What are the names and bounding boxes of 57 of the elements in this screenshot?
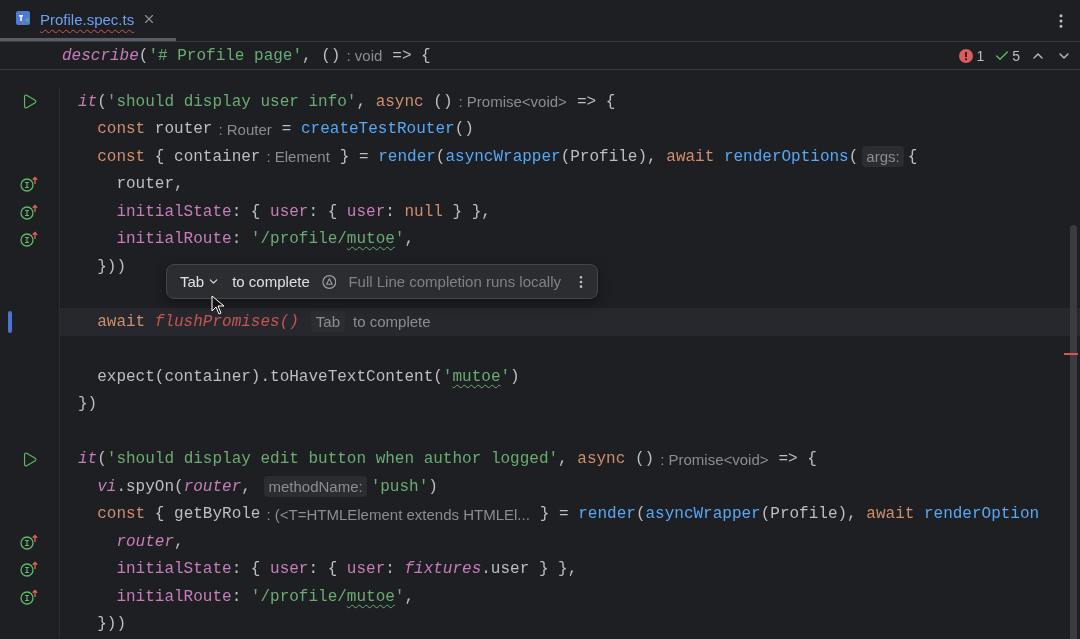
code-text: initialRoute: '/profile/mutoe',	[115, 230, 415, 249]
error-stripe	[1064, 353, 1078, 355]
implemented-icon[interactable]	[19, 561, 40, 578]
code-text: it('should display user info', async ()	[78, 92, 453, 111]
code-text: => {	[778, 450, 817, 469]
implemented-icon[interactable]	[19, 533, 40, 550]
implemented-icon[interactable]	[19, 203, 40, 220]
type-hint: : void	[346, 47, 383, 64]
scrollbar[interactable]	[1070, 225, 1077, 639]
mouse-pointer-icon	[211, 295, 225, 315]
code-text: await	[96, 312, 147, 331]
type-hint: : Promise<void>	[660, 450, 769, 468]
parameter-hint: args:	[862, 146, 904, 168]
code-text: expect(container).toHaveTextContent('mutoe')	[96, 367, 520, 386]
error-count[interactable]: 1	[976, 47, 985, 64]
code-text: => {	[576, 92, 616, 111]
code-text: 'push')	[370, 477, 438, 496]
code-text: describe('# Profile page', ()	[62, 46, 341, 65]
code-text: it('should display edit button when author logged', async ()	[78, 450, 655, 469]
completion-hint: to complete	[353, 313, 431, 331]
popup-label: to complete	[232, 273, 310, 290]
code-text: router,	[115, 532, 184, 551]
code-text: vi.spyOn(router,	[96, 477, 252, 496]
key-hint: Tab	[310, 311, 346, 333]
type-hint: : (<T=HTMLElement extends HTMLEl...	[266, 505, 530, 523]
code-text: const { container	[96, 147, 261, 166]
code-text: const router	[96, 120, 213, 139]
code-text: {	[907, 147, 918, 166]
code-text: router,	[115, 175, 184, 194]
parameter-hint: methodName:	[264, 476, 367, 498]
code-text: initialState: { user: { user: fixtures.user } },	[115, 560, 578, 579]
error-icon	[959, 48, 974, 63]
run-icon[interactable]	[21, 450, 38, 468]
warning-count[interactable]: 5	[1012, 47, 1020, 64]
typescript-file-icon	[16, 11, 32, 27]
code-text: }))	[96, 257, 126, 276]
code-text: initialState: { user: { user: null } },	[115, 202, 491, 221]
code-text: } = render(asyncWrapper(Profile), await renderOptions(	[339, 147, 859, 166]
code-text: const { getByRole	[96, 505, 261, 524]
type-hint: : Element	[266, 148, 330, 166]
code-text: } = render(asyncWrapper(Profile), await renderOption	[539, 505, 1040, 524]
code-text: => {	[392, 46, 431, 65]
code-text: initialRoute: '/profile/mutoe',	[115, 587, 415, 606]
code-text: }))	[96, 615, 126, 634]
implemented-icon[interactable]	[19, 176, 40, 193]
type-hint: : Router	[218, 120, 272, 138]
type-hint: : Promise<void>	[458, 93, 567, 111]
code-text: })	[78, 395, 98, 414]
implemented-icon[interactable]	[19, 231, 40, 248]
run-icon[interactable]	[21, 93, 38, 111]
local-model-icon	[321, 273, 337, 290]
popup-note: Full Line completion runs locally	[348, 273, 561, 290]
code-text: = createTestRouter()	[281, 120, 474, 139]
key-dropdown[interactable]: Tab	[180, 273, 221, 290]
editor-tab[interactable]: Profile.spec.ts	[0, 0, 176, 41]
inline-completion: flushPromises()	[154, 312, 299, 331]
implemented-icon[interactable]	[19, 588, 40, 605]
